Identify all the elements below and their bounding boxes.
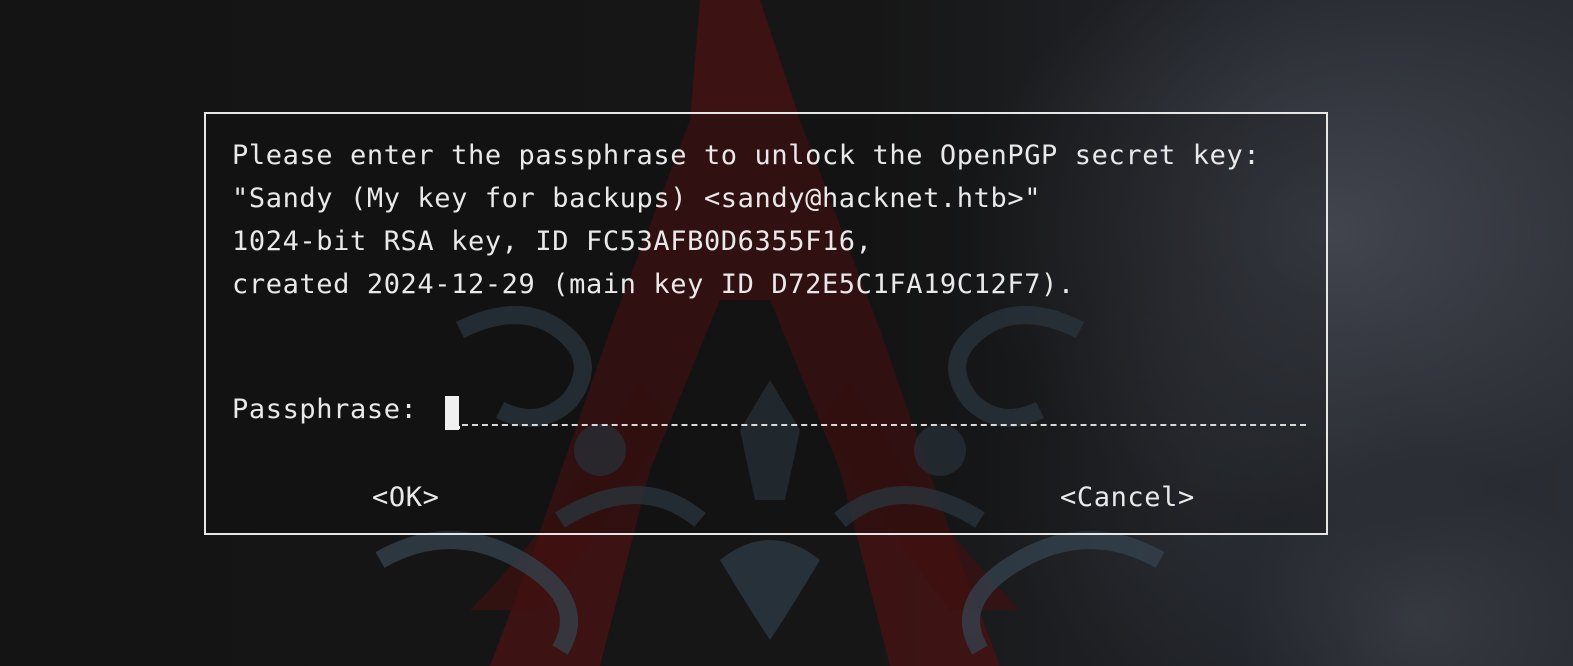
cancel-button[interactable]: <Cancel> (1060, 482, 1195, 513)
passphrase-input[interactable] (445, 392, 1307, 432)
key-info-line: 1024-bit RSA key, ID FC53AFB0D6355F16, (232, 226, 873, 257)
prompt-line: Please enter the passphrase to unlock th… (232, 140, 1261, 171)
key-created-line: created 2024-12-29 (main key ID D72E5C1F… (232, 269, 1075, 300)
ok-button[interactable]: <OK> (372, 482, 439, 513)
passphrase-label: Passphrase: (232, 394, 418, 425)
key-user-id-line: "Sandy (My key for backups) <sandy@hackn… (232, 183, 1042, 214)
pinentry-dialog: Please enter the passphrase to unlock th… (204, 112, 1328, 535)
